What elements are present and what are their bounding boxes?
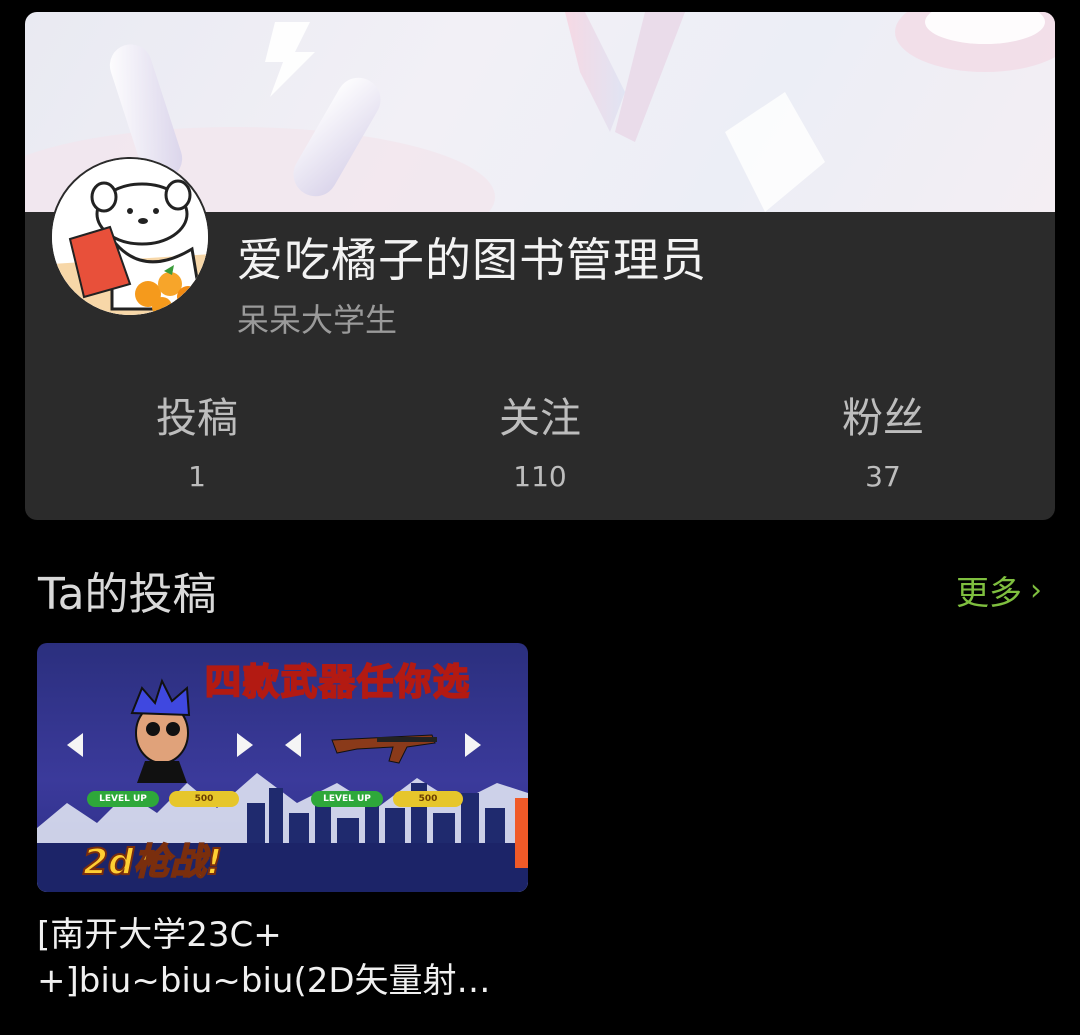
- section-title: Ta的投稿: [38, 569, 217, 620]
- stat-posts[interactable]: 投稿 1: [97, 390, 297, 493]
- more-link[interactable]: 更多 ›: [956, 566, 1042, 614]
- stat-followers-value: 37: [865, 460, 901, 493]
- price-pill: 500: [169, 791, 239, 807]
- prev-weapon-icon: [285, 733, 301, 757]
- stat-posts-label: 投稿: [156, 394, 238, 442]
- price-pill-2: 500: [393, 791, 463, 807]
- chevron-right-icon: ›: [1030, 572, 1042, 608]
- prev-character-icon: [67, 733, 83, 757]
- video-title-line2: +]biu~biu~biu(2D矢量射…: [37, 961, 491, 1001]
- stat-following-value: 110: [513, 460, 567, 493]
- stat-following[interactable]: 关注 110: [440, 390, 640, 493]
- avatar[interactable]: [50, 157, 210, 317]
- stat-following-label: 关注: [499, 394, 581, 442]
- user-signature: 呆呆大学生: [237, 301, 398, 339]
- stat-posts-value: 1: [188, 460, 206, 493]
- profile-card: 爱吃橘子的图书管理员 呆呆大学生 投稿 1 关注 110 粉丝 37: [25, 12, 1055, 520]
- stat-followers-label: 粉丝: [842, 394, 924, 442]
- stat-followers[interactable]: 粉丝 37: [783, 390, 983, 493]
- video-title[interactable]: [南开大学23C+ +]biu~biu~biu(2D矢量射…: [37, 912, 537, 1004]
- next-weapon-icon: [465, 733, 481, 757]
- level-up-pill-2: LEVEL UP: [311, 791, 383, 807]
- thumbnail-title-text: 2d枪战!: [82, 841, 223, 884]
- level-up-pill: LEVEL UP: [87, 791, 159, 807]
- user-name: 爱吃橘子的图书管理员: [237, 233, 707, 287]
- thumbnail-banner-text: 四款武器任你选: [204, 661, 472, 704]
- more-label: 更多: [956, 573, 1022, 612]
- next-character-icon: [237, 733, 253, 757]
- bear-reading-icon: [52, 159, 208, 315]
- video-thumbnail[interactable]: LEVEL UP 500 LEVEL UP 500 四款武器任你选 2d枪战!: [37, 643, 528, 892]
- video-title-line1: [南开大学23C+: [37, 915, 282, 955]
